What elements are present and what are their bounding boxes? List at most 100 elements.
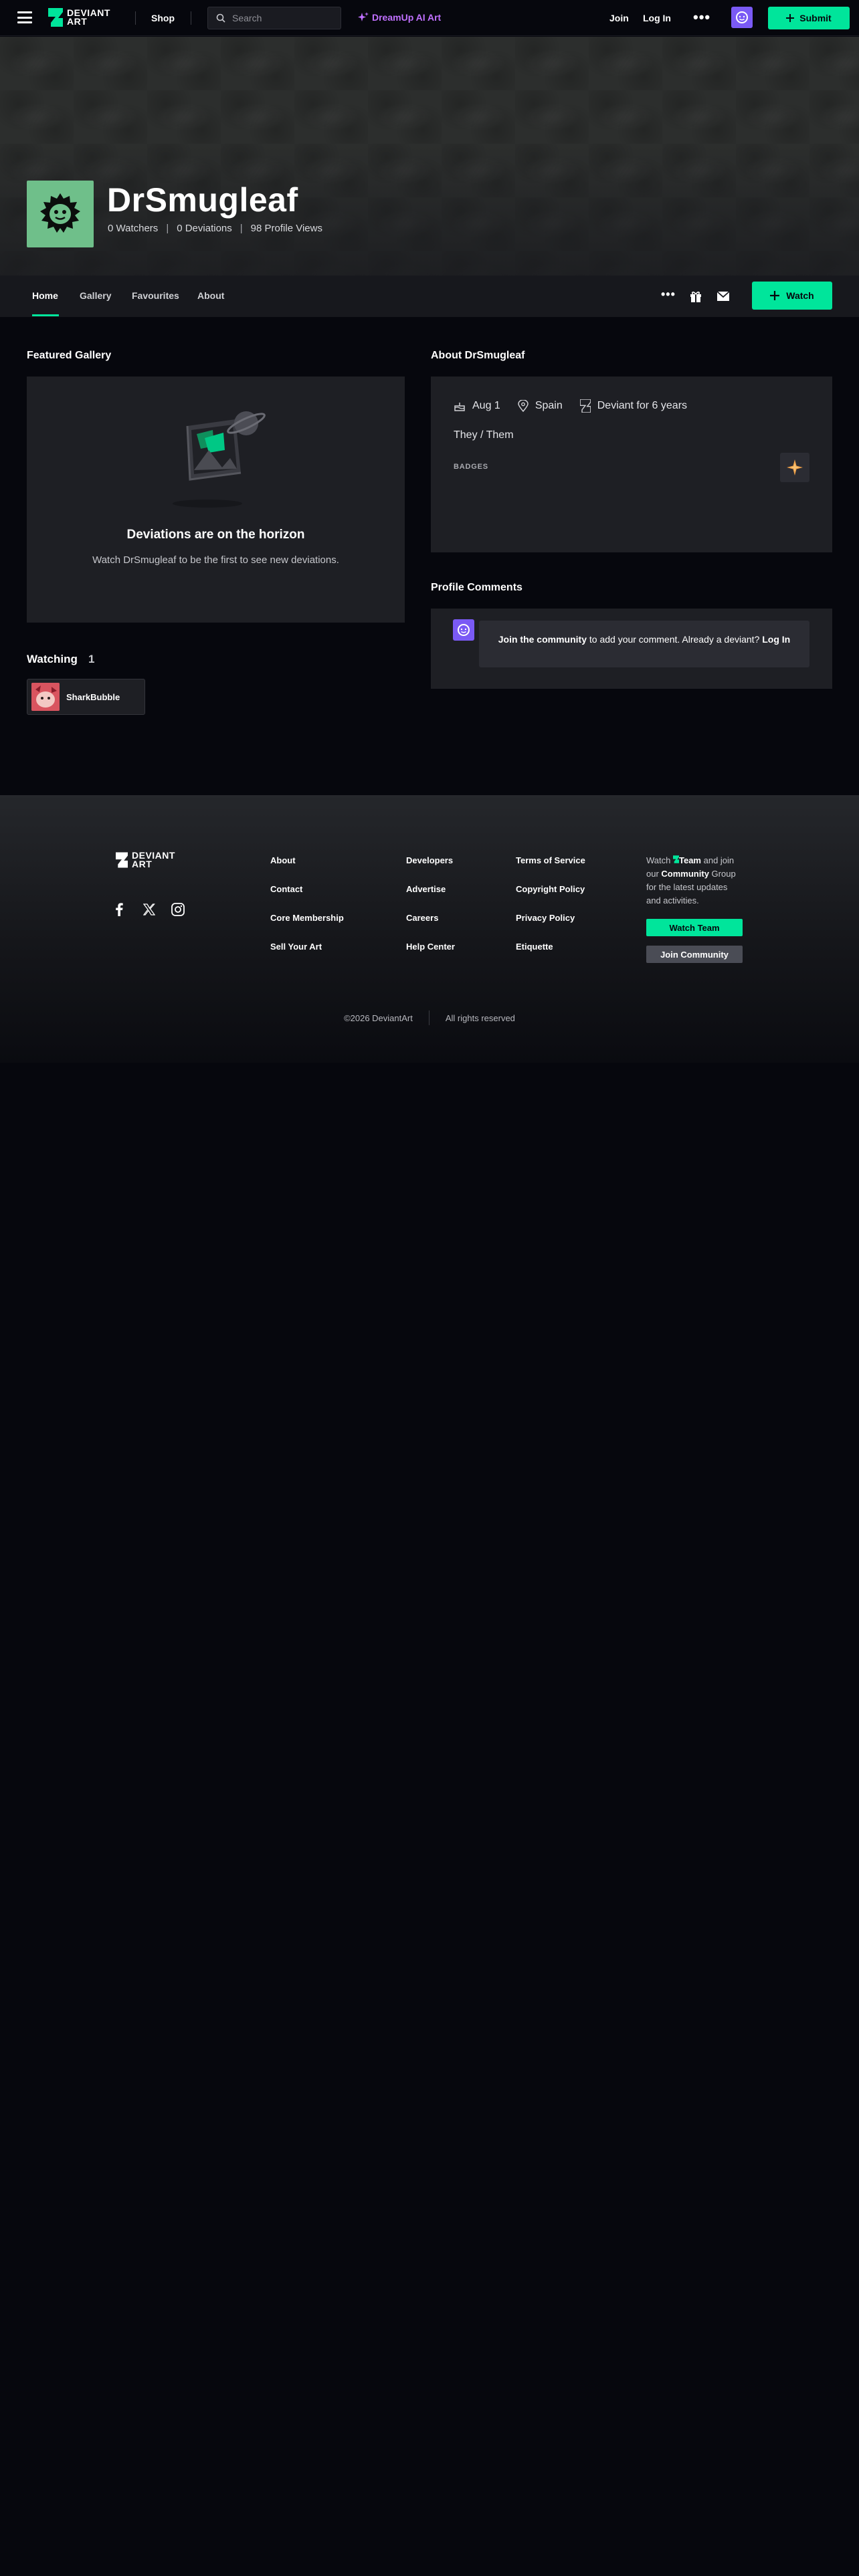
birthday-item: Aug 1: [454, 400, 500, 412]
copyright-bar: ©2026 DeviantArt All rights reserved: [0, 1010, 859, 1025]
shop-link[interactable]: Shop: [151, 13, 175, 23]
login-link[interactable]: Log In: [643, 13, 671, 23]
sparkle-badge-icon: [787, 459, 803, 475]
copyright-text: ©2026 DeviantArt: [344, 1012, 413, 1023]
deviations-count[interactable]: 0 Deviations: [177, 223, 232, 234]
comment-prompt: Join the community to add your comment. …: [479, 621, 809, 667]
footer-link-about[interactable]: About: [270, 855, 344, 865]
footer-column-legal: Terms of Service Copyright Policy Privac…: [516, 855, 585, 952]
footer-link-copyright-policy[interactable]: Copyright Policy: [516, 884, 585, 894]
footer-link-developers[interactable]: Developers: [406, 855, 455, 865]
join-link[interactable]: Join: [609, 13, 629, 23]
x-twitter-icon[interactable]: [143, 903, 155, 916]
plus-icon: [770, 291, 780, 300]
badge-item[interactable]: [780, 453, 809, 482]
badges-label: BADGES: [454, 463, 488, 471]
watch-team-button[interactable]: Watch Team: [646, 919, 743, 936]
location-text: Spain: [535, 400, 563, 411]
logo-wordmark: DEVIANT ART: [67, 7, 110, 27]
divider: [428, 1010, 430, 1025]
default-avatar-icon: [458, 624, 470, 636]
watched-user-chip[interactable]: SharkBubble: [27, 679, 145, 715]
profile-comments-card: Join the community to add your comment. …: [431, 609, 832, 689]
comment-prompt-text: to add your comment. Already a deviant?: [586, 634, 763, 645]
tab-favourites[interactable]: Favourites: [132, 290, 179, 301]
search-input[interactable]: [232, 13, 332, 23]
tab-gallery[interactable]: Gallery: [80, 290, 111, 301]
profile-avatar[interactable]: [27, 181, 94, 247]
cake-icon: [454, 403, 465, 411]
footer-logo[interactable]: DEVIANT ART: [116, 850, 175, 869]
pronouns-text: They / Them: [454, 429, 514, 441]
about-details-row: Aug 1 Spain Deviant for 6 years: [454, 399, 687, 413]
comment-login-link[interactable]: Log In: [762, 634, 790, 645]
menu-icon[interactable]: [17, 11, 32, 23]
profile-stats: 0 Watchers | 0 Deviations | 98 Profile V…: [108, 223, 322, 234]
footer-link-privacy-policy[interactable]: Privacy Policy: [516, 913, 585, 923]
location-item: Spain: [518, 400, 563, 412]
profile-comments-title: Profile Comments: [431, 582, 522, 593]
footer-link-core-membership[interactable]: Core Membership: [270, 913, 344, 923]
tenure-text: Deviant for 6 years: [597, 400, 688, 411]
about-card: Aug 1 Spain Deviant for 6 years They / T…: [431, 377, 832, 552]
search-icon: [216, 13, 225, 23]
search-box[interactable]: [207, 7, 341, 29]
active-tab-indicator: [32, 314, 59, 316]
tab-about[interactable]: About: [197, 290, 224, 301]
featured-gallery-card: Deviations are on the horizon Watch DrSm…: [27, 377, 405, 623]
footer-column-company: About Contact Core Membership Sell Your …: [270, 855, 344, 952]
dreamup-label: DreamUp AI Art: [372, 12, 442, 23]
site-footer: DEVIANT ART About Contact Core Membership…: [0, 795, 859, 1063]
watch-button[interactable]: Watch: [752, 282, 832, 310]
about-title: About DrSmugleaf: [431, 350, 525, 361]
facebook-icon[interactable]: [115, 903, 123, 916]
profile-username: DrSmugleaf: [107, 181, 298, 219]
user-avatar[interactable]: [731, 7, 753, 28]
mail-icon[interactable]: [717, 291, 730, 302]
featured-gallery-title: Featured Gallery: [27, 350, 112, 361]
watchers-count[interactable]: 0 Watchers: [108, 223, 158, 234]
footer-link-etiquette[interactable]: Etiquette: [516, 942, 585, 952]
deviantart-logo-icon: [672, 855, 679, 863]
footer-wordmark: DEVIANT ART: [132, 850, 175, 869]
profile-tabs: Home Gallery Favourites About: [0, 276, 859, 317]
comment-user-avatar: [453, 619, 474, 641]
rights-text: All rights reserved: [445, 1012, 515, 1023]
empty-gallery-subtitle: Watch DrSmugleaf to be the first to see …: [92, 554, 339, 566]
submit-label: Submit: [799, 13, 832, 23]
footer-column-resources: Developers Advertise Careers Help Center: [406, 855, 455, 952]
footer-link-sell-your-art[interactable]: Sell Your Art: [270, 942, 344, 952]
stats-separator: |: [166, 223, 169, 234]
shark-avatar-icon: [31, 683, 60, 711]
footer-link-terms[interactable]: Terms of Service: [516, 855, 585, 865]
sparkle-icon: [358, 12, 369, 21]
join-community-link[interactable]: Join the community: [498, 634, 587, 645]
submit-button[interactable]: Submit: [768, 7, 850, 29]
watched-user-avatar: [31, 683, 60, 711]
empty-gallery-title: Deviations are on the horizon: [126, 528, 305, 542]
footer-link-careers[interactable]: Careers: [406, 913, 455, 923]
join-community-button[interactable]: Join Community: [646, 946, 743, 963]
stats-separator: |: [240, 223, 243, 234]
more-menu-icon[interactable]: •••: [693, 9, 710, 26]
dreamup-link[interactable]: DreamUp AI Art: [358, 12, 441, 23]
deviantart-logo[interactable]: DEVIANT ART: [48, 7, 110, 27]
footer-link-contact[interactable]: Contact: [270, 884, 344, 894]
birthday-text: Aug 1: [472, 400, 500, 411]
deviantart-logo-icon: [579, 399, 591, 413]
footer-link-help-center[interactable]: Help Center: [406, 942, 455, 952]
deviantart-logo-icon: [48, 8, 63, 27]
top-nav-bar: DEVIANTART Shop DreamUp AI Art Join Log …: [0, 0, 859, 36]
profile-more-icon[interactable]: •••: [661, 288, 676, 302]
footer-link-advertise[interactable]: Advertise: [406, 884, 455, 894]
watched-user-name: SharkBubble: [66, 691, 120, 702]
watch-label: Watch: [786, 290, 814, 301]
watching-title: Watching: [27, 653, 78, 665]
profile-banner: [0, 37, 859, 276]
tab-home[interactable]: Home: [32, 290, 58, 301]
gift-icon[interactable]: [689, 290, 702, 303]
empty-gallery-illustration-icon: [173, 411, 266, 508]
default-avatar-icon: [736, 11, 748, 23]
footer-watch-blurb: Watch Team and join our Community Group …: [646, 855, 736, 905]
instagram-icon[interactable]: [171, 903, 185, 916]
